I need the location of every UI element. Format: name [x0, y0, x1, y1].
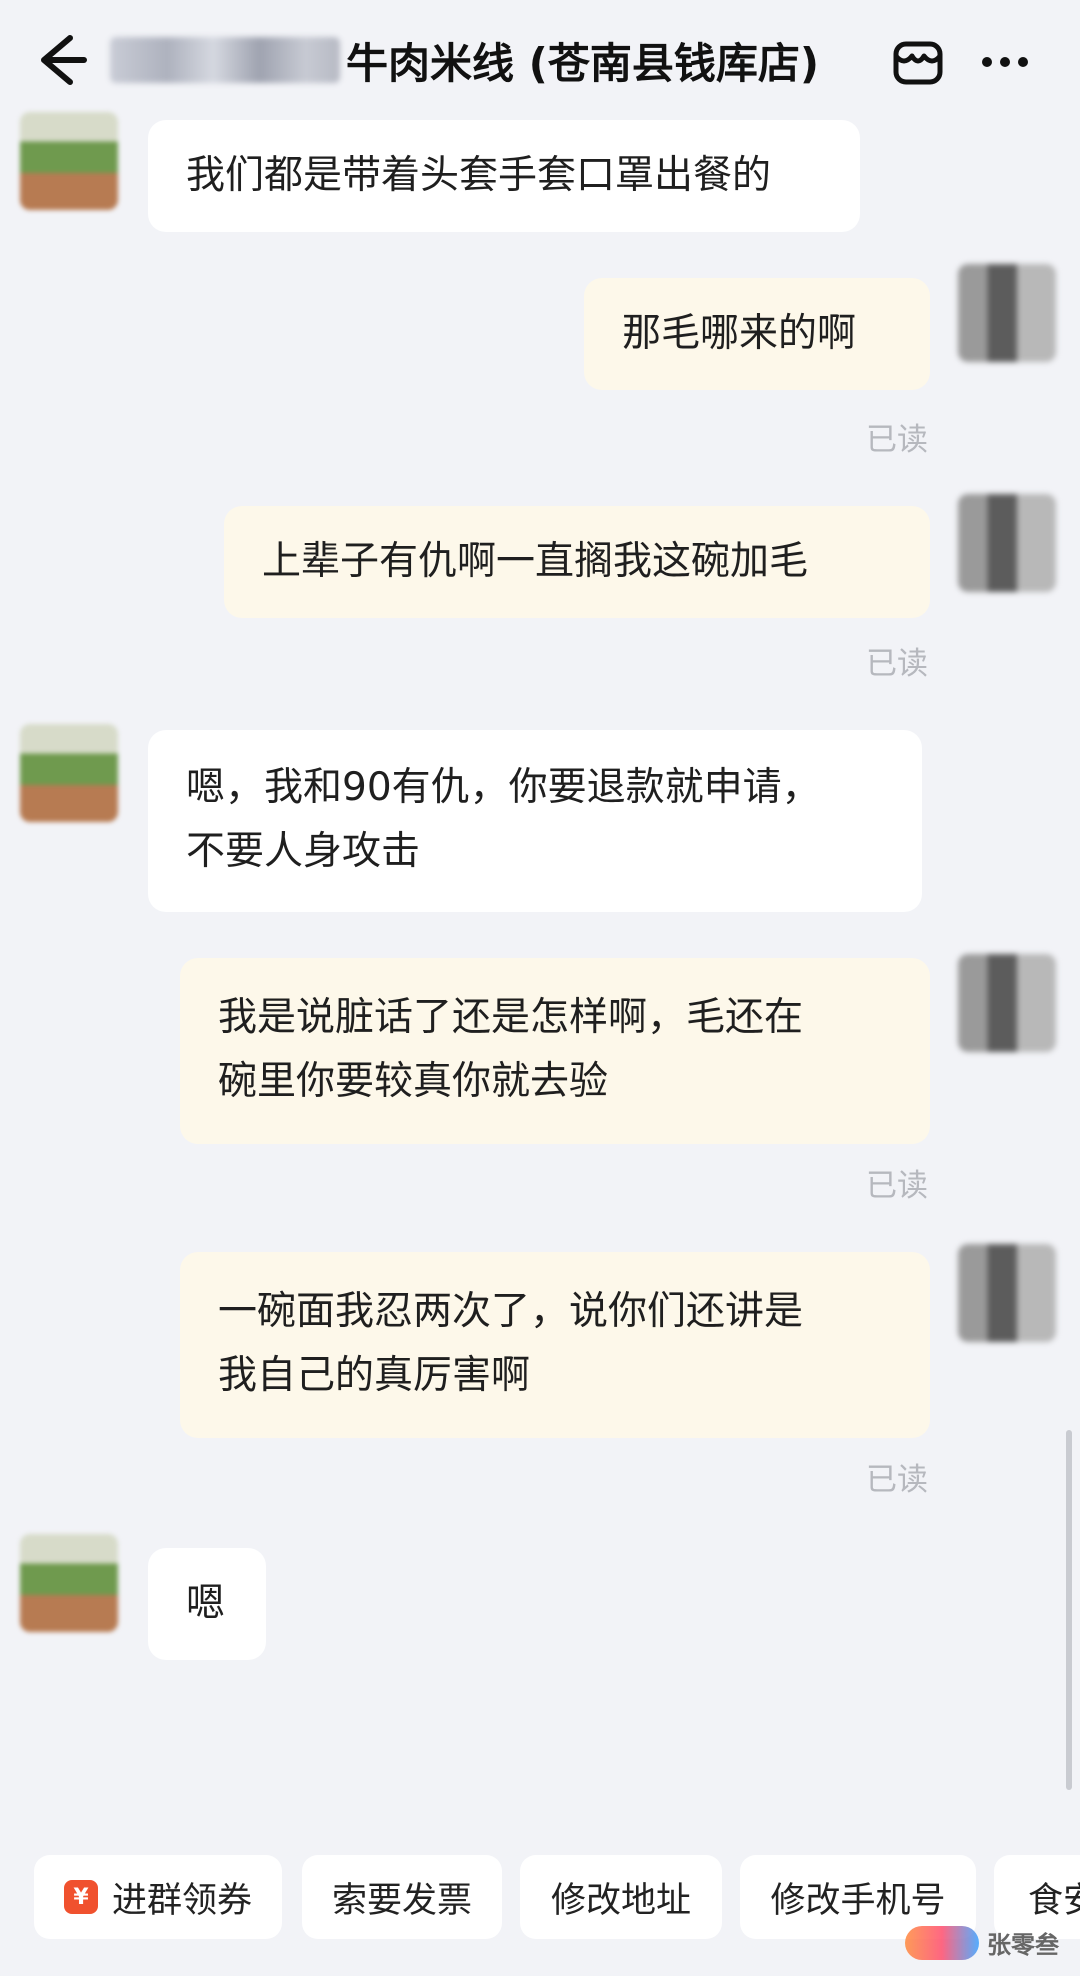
- more-button[interactable]: [975, 34, 1035, 90]
- message-bubble-shop: 嗯: [148, 1548, 266, 1660]
- chat-title: 牛肉米线 (苍南县钱库店): [110, 28, 819, 92]
- page-title: 牛肉米线 (苍南县钱库店): [346, 38, 820, 88]
- message-text: 上辈子有仇啊一直搁我这碗加毛: [262, 539, 809, 584]
- read-status: 已读: [866, 422, 928, 458]
- quick-reply-request-invoice[interactable]: 索要发票: [302, 1855, 502, 1939]
- shop-avatar[interactable]: [20, 724, 118, 822]
- store-icon: [893, 41, 943, 85]
- message-bubble-shop: 我们都是带着头套手套口罩出餐的: [148, 120, 860, 232]
- quick-reply-join-group-coupon[interactable]: ¥ 进群领券: [34, 1855, 282, 1939]
- quick-reply-change-address[interactable]: 修改地址: [520, 1855, 722, 1939]
- arrow-left-icon: [41, 35, 87, 85]
- message-bubble-me: 那毛哪来的啊: [584, 278, 930, 390]
- message-text: 我自己的真厉害啊: [218, 1353, 531, 1398]
- message-text: 嗯，我和90有仇，你要退款就申请，: [186, 765, 821, 810]
- message-text: 那毛哪来的啊: [622, 311, 857, 356]
- blurred-title-prefix: [110, 37, 340, 83]
- watermark-text: 张零叁: [987, 1931, 1059, 1959]
- chip-label: 修改手机号: [770, 1880, 946, 1921]
- chip-label: 食安: [1028, 1880, 1080, 1921]
- chat-header: 牛肉米线 (苍南县钱库店): [0, 0, 1080, 118]
- read-status: 已读: [866, 1462, 928, 1498]
- message-text: 碗里你要较真你就去验: [218, 1059, 609, 1104]
- read-status: 已读: [866, 1168, 928, 1204]
- message-bubble-shop: 嗯，我和90有仇，你要退款就申请， 不要人身攻击: [148, 730, 922, 912]
- user-avatar[interactable]: [958, 264, 1056, 362]
- more-horizontal-icon: [982, 57, 1028, 67]
- user-avatar[interactable]: [958, 954, 1056, 1052]
- read-status: 已读: [866, 646, 928, 682]
- message-text: 我们都是带着头套手套口罩出餐的: [186, 153, 772, 198]
- shop-avatar[interactable]: [20, 112, 118, 210]
- message-bubble-me: 一碗面我忍两次了，说你们还讲是 我自己的真厉害啊: [180, 1252, 930, 1438]
- message-text: 一碗面我忍两次了，说你们还讲是: [218, 1289, 804, 1334]
- store-button[interactable]: [890, 34, 946, 90]
- shop-avatar[interactable]: [20, 1534, 118, 1632]
- message-bubble-me: 上辈子有仇啊一直搁我这碗加毛: [224, 506, 930, 618]
- message-text: 嗯: [186, 1581, 226, 1626]
- watermark-logo: [905, 1925, 979, 1960]
- user-avatar[interactable]: [958, 494, 1056, 592]
- message-bubble-me: 我是说脏话了还是怎样啊，毛还在 碗里你要较真你就去验: [180, 958, 930, 1144]
- chip-label: 进群领券: [111, 1880, 252, 1921]
- message-text: 我是说脏话了还是怎样啊，毛还在: [218, 995, 804, 1040]
- back-button[interactable]: [30, 30, 90, 90]
- chip-label: 修改地址: [550, 1880, 691, 1921]
- user-avatar[interactable]: [958, 1244, 1056, 1342]
- coupon-icon: ¥: [63, 1880, 98, 1914]
- watermark: 张零叁: [905, 1925, 1059, 1960]
- scrollbar[interactable]: [1066, 1430, 1072, 1790]
- message-text: 不要人身攻击: [186, 829, 421, 874]
- chip-label: 索要发票: [331, 1880, 472, 1921]
